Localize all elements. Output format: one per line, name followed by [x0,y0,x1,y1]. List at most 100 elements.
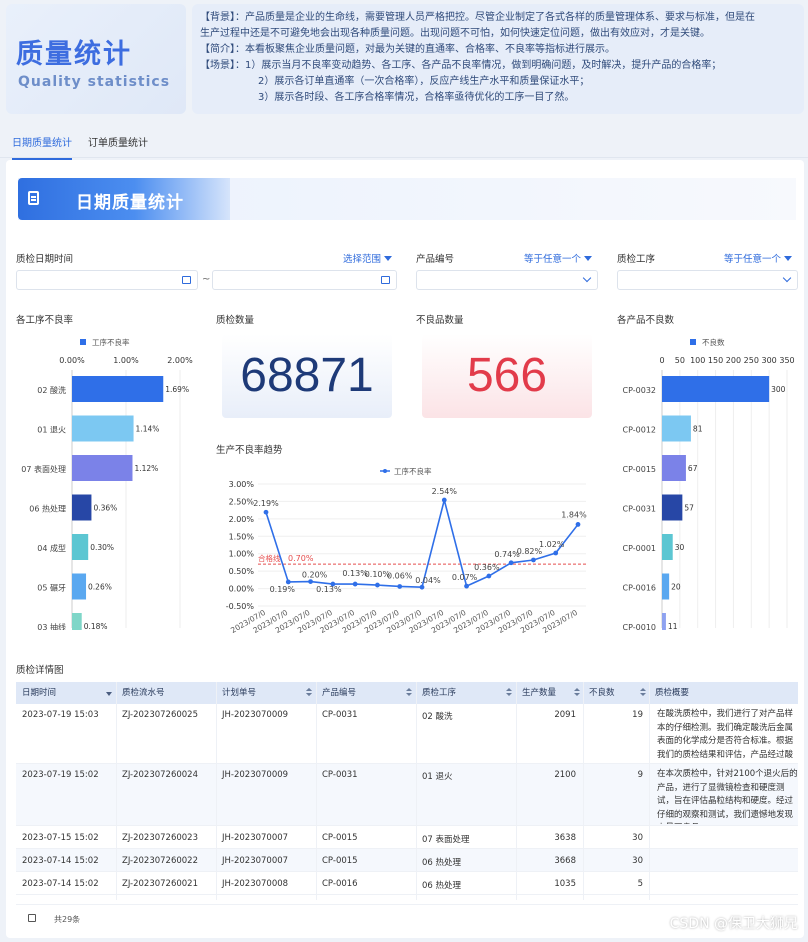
chevron-down-icon [782,273,792,283]
legend-label: 工序不良率 [92,337,130,347]
cell-product: CP-0015 [322,833,358,843]
table-row[interactable]: 2023-07-14 15:02 ZJ-202307260021 JH-202307… [16,872,798,895]
product-filter-mode[interactable]: 等于任意一个 [524,251,593,265]
product-defect-chart: 不良数0 50 100 150 200 250 300 350CP-0032 300CP-001… [623,337,795,630]
y-tick-label: 05 碾牙 [37,584,66,593]
process-filter-mode[interactable]: 等于任意一个 [724,251,793,265]
sort-desc-icon[interactable] [106,692,112,696]
tab-order-quality[interactable]: 订单质量统计 [88,134,148,149]
bar [72,376,164,402]
trend-title: 生产不良率趋势 [216,445,283,456]
bar [662,415,691,442]
bar [662,613,666,630]
cell-qty: 1035 [554,879,576,889]
series-point [419,584,425,590]
column-divider [583,682,584,900]
y-tick-label: CP-0012 [623,426,656,435]
calendar-icon [28,191,39,205]
description-line: 3）展示各时段、各工序合格率情况，合格率亟待优化的工序一目了然。 [258,92,575,103]
y-tick-label: 01 退火 [37,426,66,435]
y-tick-label: 0.50% [229,567,255,576]
cell-product: CP-0031 [322,770,358,780]
y-tick-label: CP-0031 [623,505,656,514]
bar [72,455,133,481]
bar [662,494,683,521]
cell-product: CP-0016 [322,879,358,889]
col-defect[interactable]: 不良数 [583,682,649,704]
defect-trend-chart: 工序不良率 3.00% 2.50% 2.00% 1.50% 1.00% 0.50% 0.00%… [226,466,587,635]
y-tick-label: 06 热处理 [29,504,66,514]
bar-value-label: 0.36% [93,504,117,513]
cell-plan: JH-2023070009 [222,710,289,720]
process-defect-chart: 工序不良率 0.00% 1.00% 2.00% 02 酸洗 1.69% 01 退火 1.14%… [21,337,193,630]
process-filter-label: 质检工序 [617,254,656,265]
bar [72,573,87,600]
table-row[interactable]: 2023-07-14 15:02 ZJ-202307260022 JH-202307… [16,849,798,872]
date-start-input[interactable] [16,270,198,290]
watermark: CSDN @保卫大狮兄 [669,916,798,932]
page-icon[interactable] [28,914,36,922]
x-tick-label: 100 [690,356,705,365]
y-tick-label: 2.00% [229,515,255,524]
y-tick-label: 2.50% [229,497,255,506]
point-label: 0.04% [415,576,441,585]
col-serial[interactable]: 质检流水号 [116,682,312,704]
date-end-input[interactable] [212,270,397,290]
y-tick-label: 0.00% [229,585,255,594]
col-plan[interactable]: 计划单号 [216,682,316,704]
calendar-icon[interactable] [381,276,390,284]
y-tick-label: CP-0016 [623,584,656,593]
x-tick-label: 1.00% [113,356,139,365]
cell-plan: JH-2023070009 [222,770,289,780]
series-point [375,582,380,588]
cell-datetime: 2023-07-14 15:02 [22,879,99,889]
cell-defect: 30 [632,856,643,866]
cell-process: 01 退火 [422,772,453,782]
series-point [531,557,536,563]
table-row[interactable]: 2023-07-15 15:02 ZJ-202307260023 JH-202307… [16,826,798,849]
x-tick-label: 0 [659,356,664,365]
series-point [553,550,559,556]
table-row[interactable]: 2023-07-19 15:02 ZJ-202307260024 JH-202307… [16,764,798,826]
col-product[interactable]: 产品编号 [316,682,416,704]
bar-value-label: 1.69% [165,385,189,394]
cell-plan: JH-2023070008 [222,879,289,889]
bar-value-label: 57 [684,504,694,513]
cell-plan: JH-2023070007 [222,833,289,843]
legend-marker [383,469,387,473]
description-line: 2）展示各订单直通率（一次合格率），反应产线生产水平和质量保证水平； [258,76,590,87]
bar-value-label: 0.18% [84,622,108,630]
page-title: 质量统计 [16,39,132,70]
calendar-icon[interactable] [182,276,191,284]
col-qty[interactable]: 生产数量 [516,682,583,704]
cell-datetime: 2023-07-15 15:02 [22,833,99,843]
column-divider [216,682,217,900]
legend-label: 不良数 [702,337,725,347]
tab-date-quality[interactable]: 日期质量统计 [12,134,72,160]
product-select[interactable] [416,270,598,290]
cell-summary: 在酸洗质检中，我们进行了对产品样本的仔细检测。我们确定酸洗后金属表面的化学成分是… [657,709,794,760]
cell-serial: ZJ-202307260024 [122,770,198,780]
series-point [308,579,313,584]
bar [662,534,673,560]
process-select[interactable] [617,270,798,290]
date-filter-mode[interactable]: 选择范围 [343,251,393,265]
point-label: 0.20% [302,571,328,580]
cell-summary: 在本次质检中，针对2100个退火后的产品，进行了显微镜检查和硬度测试，旨在评估晶… [657,769,798,824]
table-row[interactable]: 2023-07-19 15:03 ZJ-202307260025 JH-202307… [16,704,798,764]
col-process[interactable]: 质检工序 [416,682,516,704]
bar-value-label: 1.14% [136,425,160,434]
column-divider [416,682,417,900]
table-header: 日期时间 质检流水号 计划单号 产品编号 质检工序 生产数量 不良数 质检概要 [16,682,798,704]
bar [662,376,770,402]
column-divider [116,682,117,900]
x-tick-label: 350 [779,356,794,365]
cell-product: CP-0015 [322,856,358,866]
page-subtitle: Quality statistics [18,74,171,90]
y-tick-label: CP-0001 [623,544,656,553]
series-point [263,509,269,515]
col-summary[interactable]: 质检概要 [649,682,798,704]
col-datetime[interactable]: 日期时间 [16,682,116,704]
x-tick-label: 150 [708,356,723,365]
bar-value-label: 67 [688,464,698,473]
